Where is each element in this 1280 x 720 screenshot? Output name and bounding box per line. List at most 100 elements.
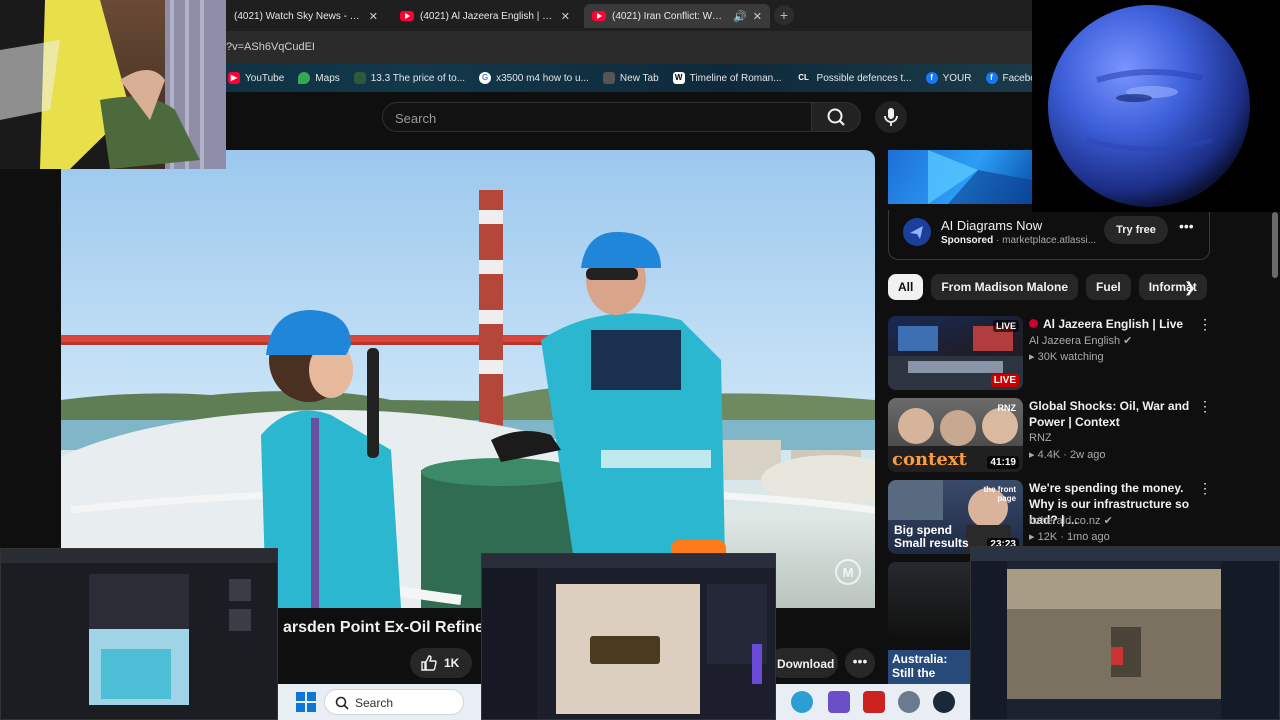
channel-avatar-icon (1029, 319, 1038, 328)
new-tab-button[interactable]: + (774, 5, 794, 25)
bookmark-label: Possible defences t... (816, 72, 912, 84)
recommendation-item[interactable]: Big spend Small results the front page 2… (888, 480, 1218, 556)
thumbnail-corner-text: the front page (983, 485, 1016, 503)
tab-close-icon[interactable]: ✕ (753, 10, 762, 23)
bookmark-label: Maps (315, 72, 340, 84)
verified-icon: ✔ (1123, 335, 1133, 347)
planet-overlay (1032, 0, 1280, 212)
verified-icon: ✔ (1103, 515, 1113, 527)
sponsored-label: Sponsored (941, 235, 994, 246)
like-count: 1K (444, 656, 460, 670)
search-button[interactable] (811, 102, 861, 132)
bookmark-new-tab[interactable]: New Tab (602, 72, 659, 84)
page-icon (353, 72, 366, 84)
neptune-image (1048, 5, 1250, 207)
scrollbar-thumb[interactable] (1272, 212, 1278, 278)
chip-fuel[interactable]: Fuel (1086, 274, 1131, 300)
steam-icon[interactable] (933, 691, 955, 713)
tab-close-icon[interactable]: ✕ (561, 10, 570, 23)
voice-search-button[interactable] (875, 101, 907, 133)
bookmark-facebook-gr[interactable]: f Facebook gr (985, 72, 1032, 84)
chip-information[interactable]: Informat (1138, 274, 1207, 300)
recommendation-meta: ▸ 12K · 1mo ago (1029, 531, 1110, 543)
video-player[interactable]: M (61, 150, 875, 608)
bookmark-youtube[interactable]: ▶ YouTube (228, 72, 284, 84)
bookmark-maps[interactable]: Maps (298, 72, 340, 84)
facebook-icon: f (985, 72, 998, 84)
taskbar-search-placeholder: Search (355, 696, 394, 710)
advertiser-logo-icon (903, 218, 931, 246)
tab-title: (4021) Watch Sky News - YouTube (234, 10, 363, 22)
video-thumbnail[interactable]: LIVE LIVE (888, 316, 1023, 390)
duration-badge: 41:19 (987, 456, 1019, 469)
tab-close-icon[interactable]: ✕ (369, 10, 378, 23)
recommendation-more-icon[interactable]: ⋮ (1198, 480, 1212, 497)
tab-sky-news[interactable]: (4021) Watch Sky News - YouTube ✕ (226, 4, 386, 28)
bookmark-label: YouTube (245, 72, 285, 84)
ad-banner-image[interactable] (888, 150, 1032, 204)
search-icon (335, 696, 349, 710)
filter-chips: All From Madison Malone Fuel Informat (888, 274, 1208, 302)
video-thumbnail[interactable]: context RNZ 41:19 (888, 398, 1023, 472)
app-icon[interactable] (828, 691, 850, 713)
recommendation-channel[interactable]: nzherald.co.nz ✔ (1029, 514, 1113, 527)
sponsored-card[interactable]: AI Diagrams Now Sponsored · marketplace.… (888, 210, 1210, 260)
chip-all[interactable]: All (888, 274, 924, 300)
bookmark-label: Timeline of Roman... (689, 72, 782, 84)
download-button[interactable]: Download (768, 648, 838, 678)
microphone-icon (884, 108, 898, 126)
webcam-feed (0, 0, 226, 169)
thumbnail-corner-text: RNZ (997, 403, 1017, 413)
thumbnail-preview-window[interactable] (970, 546, 1280, 720)
thumbnail-preview-window[interactable] (0, 548, 278, 720)
recommendation-channel[interactable]: RNZ (1029, 432, 1052, 444)
windows-start-icon[interactable] (296, 692, 316, 712)
video-thumbnail[interactable]: Big spend Small results the front page 2… (888, 480, 1023, 554)
webcam-overlay (0, 0, 226, 169)
bookmark-label: Facebook gr (1002, 72, 1032, 84)
bookmark-price[interactable]: 13.3 The price of to... (353, 72, 465, 84)
thumbnail-text: Big spend Small results (894, 523, 969, 550)
tab-iran-conflict[interactable]: (4021) Iran Conflict: What N 🔊 ✕ (584, 4, 770, 28)
try-free-button[interactable]: Try free (1104, 216, 1168, 244)
cl-icon: CL (798, 73, 809, 82)
recommendation-meta: ▸ 4.4K · 2w ago (1029, 449, 1106, 461)
gear-icon[interactable] (898, 691, 920, 713)
live-stream-icon: ▸ (1029, 351, 1035, 363)
telegram-icon[interactable] (791, 691, 813, 713)
facebook-icon: f (925, 72, 938, 84)
app-icon[interactable] (863, 691, 885, 713)
chip-from-madison-malone[interactable]: From Madison Malone (931, 274, 1079, 300)
tab-al-jazeera[interactable]: (4021) Al Jazeera English | Live ✕ (392, 4, 578, 28)
ad-sponsor-line: Sponsored · marketplace.atlassi... (941, 235, 1097, 246)
preview-content (1, 549, 277, 705)
chevron-right-icon[interactable]: ❯ (1184, 279, 1196, 296)
thumbnail-preview-window[interactable] (481, 553, 776, 720)
bookmark-roman-timeline[interactable]: W Timeline of Roman... (672, 72, 782, 84)
more-actions-button[interactable]: ••• (845, 648, 875, 678)
url-text[interactable]: ?v=ASh6VqCudEI (226, 41, 315, 53)
ad-more-icon[interactable]: ••• (1179, 218, 1194, 234)
recommendation-more-icon[interactable]: ⋮ (1198, 398, 1212, 415)
bookmark-x3500[interactable]: Gx3500 m4 how to u... (479, 72, 589, 84)
recommendation-item[interactable]: LIVE LIVE Al Jazeera English | Live Al J… (888, 316, 1218, 392)
youtube-icon: ▶ (228, 72, 240, 84)
recommendation-item[interactable]: context RNZ 41:19 Global Shocks: Oil, Wa… (888, 398, 1218, 474)
tab-title: (4021) Iran Conflict: What N (612, 10, 728, 22)
taskbar-search-input[interactable]: Search (324, 689, 464, 715)
recommendation-title: Global Shocks: Oil, War and Power | Cont… (1029, 399, 1190, 429)
page-icon (602, 72, 615, 84)
ad-domain: marketplace.atlassi... (1002, 235, 1097, 246)
search-input[interactable]: Search (382, 102, 812, 132)
bookmark-defences[interactable]: CL Possible defences t... (796, 72, 912, 84)
speaker-icon[interactable]: 🔊 (733, 10, 747, 23)
like-button[interactable]: 1K (410, 648, 472, 678)
youtube-favicon-icon (592, 11, 606, 21)
bookmark-your[interactable]: f YOUR (925, 72, 972, 84)
thumbnail-text: Australia: Still the (888, 650, 970, 684)
recommendation-channel[interactable]: Al Jazeera English ✔ (1029, 334, 1132, 347)
search-icon (827, 108, 845, 126)
maps-icon (298, 72, 311, 84)
live-badge: LIVE (990, 374, 1019, 387)
recommendation-more-icon[interactable]: ⋮ (1198, 316, 1212, 333)
